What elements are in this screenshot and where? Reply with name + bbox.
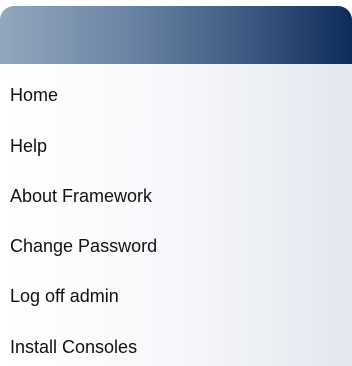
menu-item-home[interactable]: Home bbox=[10, 80, 330, 110]
panel-header bbox=[0, 6, 352, 64]
menu-item-help[interactable]: Help bbox=[10, 131, 330, 161]
navigation-panel: Home Help About Framework Change Passwor… bbox=[0, 6, 352, 366]
menu-item-about-framework[interactable]: About Framework bbox=[10, 181, 330, 211]
menu-item-log-off-admin[interactable]: Log off admin bbox=[10, 281, 330, 311]
menu-item-change-password[interactable]: Change Password bbox=[10, 231, 330, 261]
menu-item-install-consoles[interactable]: Install Consoles bbox=[10, 332, 330, 362]
